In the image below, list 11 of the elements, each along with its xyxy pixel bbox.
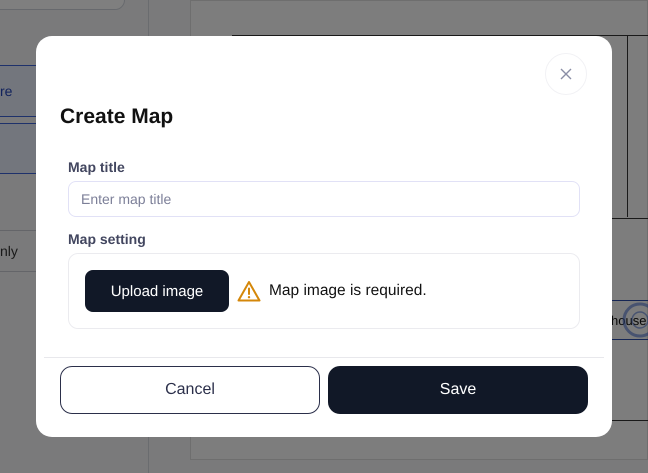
map-title-field[interactable]: Enter map title xyxy=(68,181,580,217)
error-message: Map image is required. xyxy=(269,282,427,300)
warning-icon xyxy=(237,280,261,302)
upload-button[interactable]: Upload image xyxy=(85,270,229,312)
cancel-button[interactable]: Cancel xyxy=(60,366,320,414)
save-button[interactable]: Save xyxy=(328,366,588,414)
close-icon xyxy=(560,68,572,80)
close-button[interactable] xyxy=(545,53,587,95)
field-label: Map setting xyxy=(68,231,147,247)
dialog-title: Create Map xyxy=(60,105,174,129)
field-label: Map title xyxy=(68,159,126,175)
